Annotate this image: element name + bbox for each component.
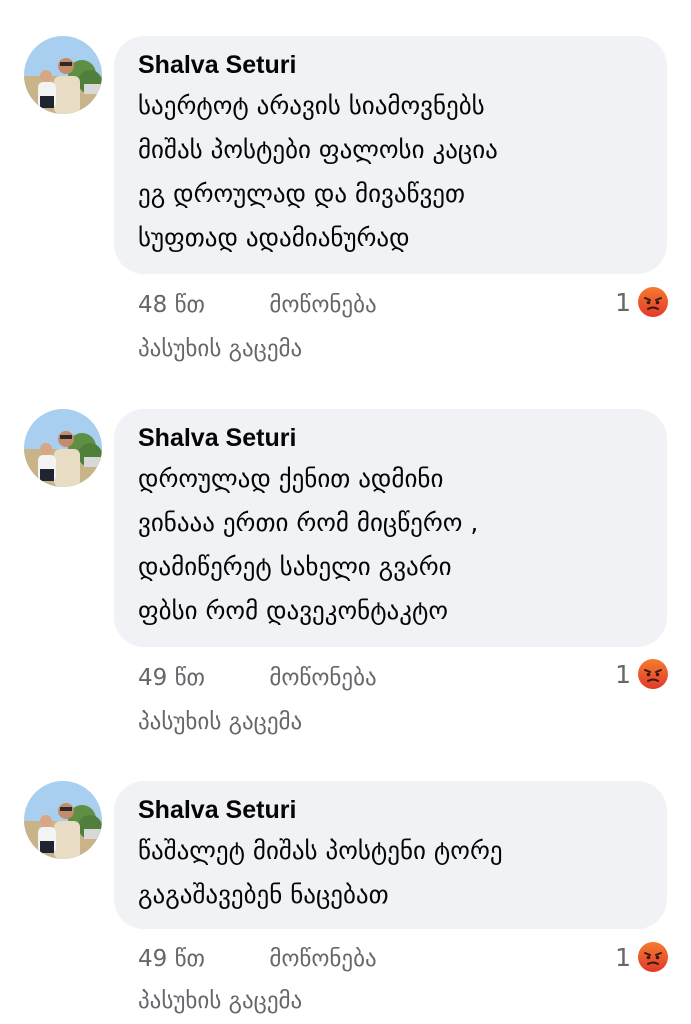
reaction-summary[interactable]: 1 xyxy=(615,286,669,318)
reaction-count: 1 xyxy=(615,287,631,317)
comment-bubble: Shalva Seturi საერტოტ არავის სიამოვნებს … xyxy=(114,36,667,274)
comment-author[interactable]: Shalva Seturi xyxy=(138,795,643,825)
comment-text-line: მიშას პოსტები ფალოსი კაცია xyxy=(138,135,498,164)
comment-author[interactable]: Shalva Seturi xyxy=(138,423,643,453)
reply-button[interactable]: პასუხის გაცემა xyxy=(138,709,302,735)
reaction-summary[interactable]: 1 xyxy=(615,658,669,690)
comment-meta: 48 წთ მოწონება xyxy=(138,292,377,318)
angry-face-icon xyxy=(638,659,668,689)
comment-bubble: Shalva Seturi წაშალეტ მიშას პოსტენი ტორე… xyxy=(114,781,667,929)
comment-text-line: გაგაშავებენ ნაცებათ xyxy=(138,880,389,909)
comment-text-line: სუფთად ადამიანურად xyxy=(138,223,410,252)
angry-face-icon xyxy=(638,287,668,317)
comment-timestamp[interactable]: 49 წთ xyxy=(138,946,262,972)
comment-text-line: ვინააა ერთი რომ მიცწერო , xyxy=(138,508,479,537)
comment-text-line: საერტოტ არავის სიამოვნებს xyxy=(138,91,485,120)
avatar[interactable] xyxy=(24,409,102,487)
reply-button[interactable]: პასუხის გაცემა xyxy=(138,988,302,1014)
comment-text-line: დამიწერეტ სახელი გვარი xyxy=(138,552,452,581)
angry-face-icon xyxy=(638,942,668,972)
comment-meta: 49 წთ მოწონება xyxy=(138,665,377,691)
reply-button[interactable]: პასუხის გაცემა xyxy=(138,336,302,362)
comment-bubble: Shalva Seturi დროულად ქენით ადმინი ვინაა… xyxy=(114,409,667,647)
like-button[interactable]: მოწონება xyxy=(269,665,376,691)
reaction-count: 1 xyxy=(615,942,631,972)
like-button[interactable]: მოწონება xyxy=(269,292,376,318)
comment-meta: 49 წთ მოწონება xyxy=(138,946,377,972)
comment-text-line: ეგ დროულად და მივაწვეთ xyxy=(138,179,466,208)
comment-timestamp[interactable]: 48 წთ xyxy=(138,292,262,318)
reaction-count: 1 xyxy=(615,659,631,689)
comment-timestamp[interactable]: 49 წთ xyxy=(138,665,262,691)
reaction-summary[interactable]: 1 xyxy=(615,941,669,973)
like-button[interactable]: მოწონება xyxy=(269,946,376,972)
avatar[interactable] xyxy=(24,36,102,114)
comment-author[interactable]: Shalva Seturi xyxy=(138,50,643,80)
avatar[interactable] xyxy=(24,781,102,859)
comment-text-line: წაშალეტ მიშას პოსტენი ტორე xyxy=(138,836,503,865)
comment-text-line: დროულად ქენით ადმინი xyxy=(138,464,444,493)
comment-text-line: ფბსი რომ დავეკონტაკტო xyxy=(138,596,449,625)
